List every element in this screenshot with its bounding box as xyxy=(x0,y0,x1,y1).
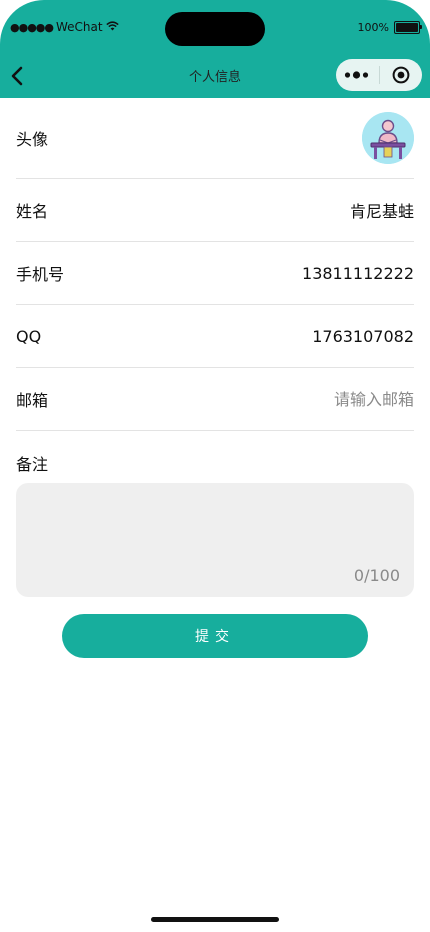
carrier-label: WeChat xyxy=(56,20,103,34)
battery-icon xyxy=(394,21,422,34)
qq-label: QQ xyxy=(16,326,42,346)
avatar-row[interactable]: 头像 xyxy=(16,98,414,179)
home-indicator xyxy=(151,917,279,922)
phone-label: 手机号 xyxy=(16,265,65,284)
phone-screen: ●●●●● WeChat 100% 个人信息 头像 姓名 肯尼基蛙 手机号 13… xyxy=(0,0,430,932)
email-field[interactable] xyxy=(194,389,414,409)
name-label: 姓名 xyxy=(16,202,49,221)
close-miniprogram-button[interactable] xyxy=(380,59,423,91)
name-row: 姓名 肯尼基蛙 xyxy=(16,179,414,242)
status-bar-left: ●●●●● WeChat xyxy=(10,20,119,34)
avatar[interactable] xyxy=(362,112,414,164)
profile-form: 头像 姓名 肯尼基蛙 手机号 13811112222 QQ 1763107082… xyxy=(0,98,430,658)
remark-label: 备注 xyxy=(16,455,49,474)
signal-icon: ●●●●● xyxy=(10,20,54,34)
avatar-person-at-desk-icon xyxy=(362,112,414,164)
more-dots-icon xyxy=(345,71,369,79)
top-bar: ●●●●● WeChat 100% 个人信息 xyxy=(0,0,430,98)
status-bar-right: 100% xyxy=(357,21,422,34)
battery-percent: 100% xyxy=(357,21,389,34)
mini-program-capsule xyxy=(336,59,422,91)
phone-row: 手机号 13811112222 xyxy=(16,242,414,305)
email-row: 邮箱 xyxy=(16,368,414,431)
target-circle-icon xyxy=(392,66,410,84)
submit-button[interactable]: 提交 xyxy=(62,614,368,658)
avatar-label: 头像 xyxy=(16,130,49,149)
qq-value: 1763107082 xyxy=(312,326,414,346)
dynamic-island xyxy=(165,12,265,46)
more-button[interactable] xyxy=(336,59,379,91)
phone-value: 13811112222 xyxy=(302,263,414,283)
name-value: 肯尼基蛙 xyxy=(349,202,414,221)
remark-box: 0/100 xyxy=(16,483,414,597)
remark-char-counter: 0/100 xyxy=(353,566,400,585)
wifi-icon xyxy=(105,20,119,34)
email-label: 邮箱 xyxy=(16,391,49,410)
qq-row: QQ 1763107082 xyxy=(16,305,414,368)
